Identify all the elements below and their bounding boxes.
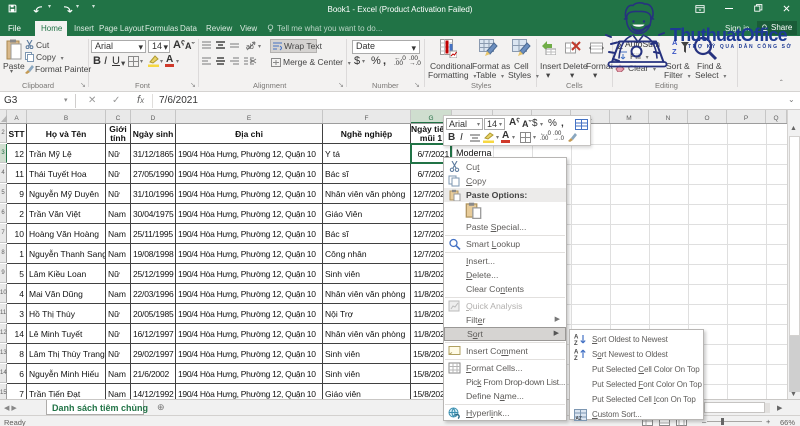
svg-text:AZ: AZ xyxy=(576,416,582,421)
svg-text:Z: Z xyxy=(574,341,578,345)
svg-text:A: A xyxy=(574,335,579,341)
svg-text:Z: Z xyxy=(574,356,578,360)
svg-text:ab: ab xyxy=(246,44,254,51)
svg-text:A: A xyxy=(574,350,579,356)
